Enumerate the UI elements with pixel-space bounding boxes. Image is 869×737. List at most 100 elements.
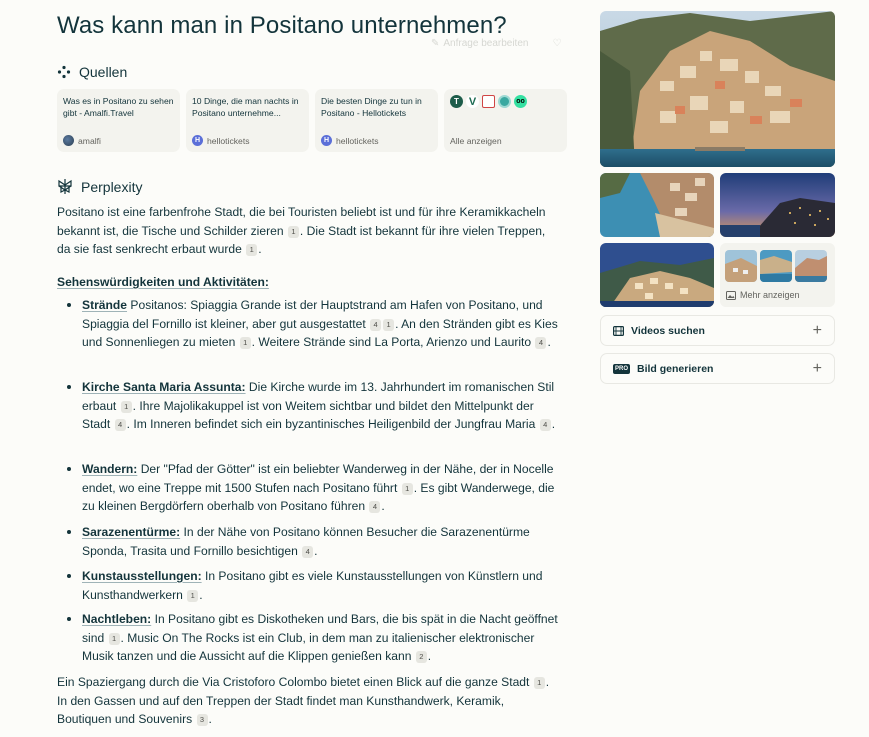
list-item: Kunstausstellungen: In Positano gibt es … bbox=[65, 567, 565, 604]
citation[interactable]: 4 bbox=[302, 545, 314, 558]
source-domain: amalfi bbox=[78, 135, 101, 146]
hellotickets-icon: H bbox=[321, 135, 332, 146]
search-videos-button[interactable]: Videos suchen + bbox=[600, 315, 835, 346]
night-coast-image[interactable] bbox=[720, 173, 835, 237]
item-term: Sarazenentürme: bbox=[82, 525, 181, 539]
citation[interactable]: 1 bbox=[533, 677, 545, 689]
item-text: . Weitere Strände sind La Porta, Arienzo… bbox=[251, 335, 535, 350]
book-icon bbox=[482, 95, 495, 108]
citation[interactable]: 1 bbox=[383, 318, 395, 331]
source-title: 10 Dinge, die man nachts in Positano unt… bbox=[192, 96, 299, 118]
circle-icon bbox=[498, 95, 511, 108]
thumb-image bbox=[760, 250, 792, 282]
positano-main-image[interactable] bbox=[600, 11, 835, 167]
citation[interactable]: 1 bbox=[108, 632, 120, 645]
positano-cliff-image bbox=[600, 11, 835, 167]
plus-icon: + bbox=[812, 359, 822, 377]
source-card[interactable]: Was es in Positano zu sehen gibt - Amalf… bbox=[57, 89, 180, 152]
plus-icon: + bbox=[812, 321, 822, 339]
item-term: Nachtleben: bbox=[82, 612, 152, 626]
tripadvisor-icon: oo bbox=[514, 95, 527, 108]
list-item: Sarazenentürme: In der Nähe von Positano… bbox=[65, 523, 565, 560]
list-item: Kirche Santa Maria Assunta: Die Kirche w… bbox=[65, 378, 565, 434]
item-term: Strände bbox=[82, 298, 128, 312]
item-text: . bbox=[547, 335, 551, 350]
show-all-label: Alle anzeigen bbox=[450, 136, 502, 146]
citation[interactable]: 1 bbox=[187, 589, 199, 602]
answer-text: . bbox=[258, 242, 262, 257]
pro-badge-icon: PRO bbox=[613, 363, 631, 374]
edit-query-label: Anfrage bearbeiten bbox=[443, 38, 529, 49]
sources-heading: Quellen bbox=[57, 64, 127, 80]
answer-outro: Ein Spaziergang durch die Via Cristoforo… bbox=[57, 673, 552, 729]
answer-text: . bbox=[208, 712, 212, 727]
sources-heading-label: Quellen bbox=[79, 64, 128, 80]
citation[interactable]: 4 bbox=[369, 501, 381, 514]
citation[interactable]: 4 bbox=[535, 337, 547, 350]
source-card[interactable]: 10 Dinge, die man nachts in Positano unt… bbox=[186, 89, 309, 152]
town-dusk-photo bbox=[600, 243, 714, 307]
edit-query-button[interactable]: ✎ Anfrage bearbeiten ♡ bbox=[431, 38, 561, 49]
source-title: Was es in Positano zu sehen gibt - Amalf… bbox=[63, 96, 174, 118]
pro-badge: PRO bbox=[613, 363, 631, 374]
source-meta: Alle anzeigen bbox=[450, 136, 502, 146]
town-dusk-image[interactable] bbox=[600, 243, 714, 307]
v-icon: V bbox=[466, 95, 479, 108]
source-title: Die besten Dinge zu tun in Positano - He… bbox=[321, 96, 422, 118]
hellotickets-icon: H bbox=[192, 135, 203, 146]
show-all-sources-button[interactable]: T V oo Alle anzeigen bbox=[444, 89, 567, 152]
globe-icon bbox=[63, 135, 74, 146]
item-text: . Music On The Rocks ist ein Club, in de… bbox=[82, 630, 535, 664]
citation[interactable]: 3 bbox=[196, 714, 208, 727]
source-meta: H hellotickets bbox=[192, 135, 250, 146]
beach-image[interactable] bbox=[600, 173, 714, 237]
more-images-thumbs bbox=[725, 250, 827, 282]
list-item: Nachtleben: In Positano gibt es Diskothe… bbox=[65, 610, 565, 666]
more-images-button[interactable]: Mehr anzeigen bbox=[720, 243, 835, 307]
citation[interactable]: 1 bbox=[120, 400, 132, 413]
answer-text: Ein Spaziergang durch die Via Cristoforo… bbox=[57, 675, 533, 689]
search-videos-label: Videos suchen bbox=[631, 324, 705, 337]
item-text: . Im Inneren befindet sich ein byzantini… bbox=[126, 417, 539, 432]
source-domain: hellotickets bbox=[336, 135, 379, 146]
list-item: Strände Positanos: Spiaggia Grande ist d… bbox=[65, 296, 565, 352]
answer-subheading: Sehenswürdigkeiten und Aktivitäten: bbox=[57, 273, 552, 292]
more-images-label: Mehr anzeigen bbox=[740, 290, 800, 300]
citation[interactable]: 2 bbox=[415, 651, 427, 664]
answer-heading-label: Perplexity bbox=[81, 178, 143, 195]
item-text: . bbox=[314, 543, 318, 558]
source-meta: amalfi bbox=[63, 135, 101, 146]
more-images-label-row: Mehr anzeigen bbox=[726, 290, 800, 300]
source-card[interactable]: Die besten Dinge zu tun in Positano - He… bbox=[315, 89, 438, 152]
source-domain: hellotickets bbox=[207, 135, 250, 146]
citation[interactable]: 4 bbox=[114, 419, 126, 432]
answer-intro: Positano ist eine farbenfrohe Stadt, die… bbox=[57, 203, 552, 259]
citation[interactable]: 4 bbox=[370, 318, 382, 331]
perplexity-icon bbox=[58, 179, 72, 194]
generate-image-label: Bild generieren bbox=[637, 362, 714, 375]
sources-list: Was es in Positano zu sehen gibt - Amalf… bbox=[57, 89, 567, 152]
video-icon bbox=[613, 325, 624, 336]
heart-icon[interactable]: ♡ bbox=[552, 38, 561, 49]
source-meta: H hellotickets bbox=[321, 135, 379, 146]
image-icon bbox=[726, 290, 736, 300]
citation[interactable]: 1 bbox=[239, 337, 251, 350]
pencil-icon: ✎ bbox=[431, 38, 440, 49]
night-coast-photo bbox=[720, 173, 835, 237]
citation[interactable]: 1 bbox=[401, 482, 413, 495]
item-text: . bbox=[381, 499, 385, 514]
citation[interactable]: 1 bbox=[287, 225, 299, 238]
item-text: . bbox=[551, 417, 556, 432]
sources-icon bbox=[57, 65, 71, 79]
citation[interactable]: 1 bbox=[246, 244, 258, 257]
item-term: Wandern: bbox=[82, 462, 138, 476]
generate-image-button[interactable]: PRO Bild generieren + bbox=[600, 353, 835, 384]
page-title: Was kann man in Positano unternehmen? bbox=[57, 12, 507, 39]
item-term: Kunstausstellungen: bbox=[82, 569, 202, 583]
source-favicons: T V oo bbox=[450, 95, 561, 108]
thumb-image bbox=[725, 250, 757, 282]
t-icon: T bbox=[450, 95, 463, 108]
subheading-text: Sehenswürdigkeiten und Aktivitäten: bbox=[57, 275, 269, 289]
beach-photo bbox=[600, 173, 714, 237]
citation[interactable]: 4 bbox=[539, 419, 551, 432]
